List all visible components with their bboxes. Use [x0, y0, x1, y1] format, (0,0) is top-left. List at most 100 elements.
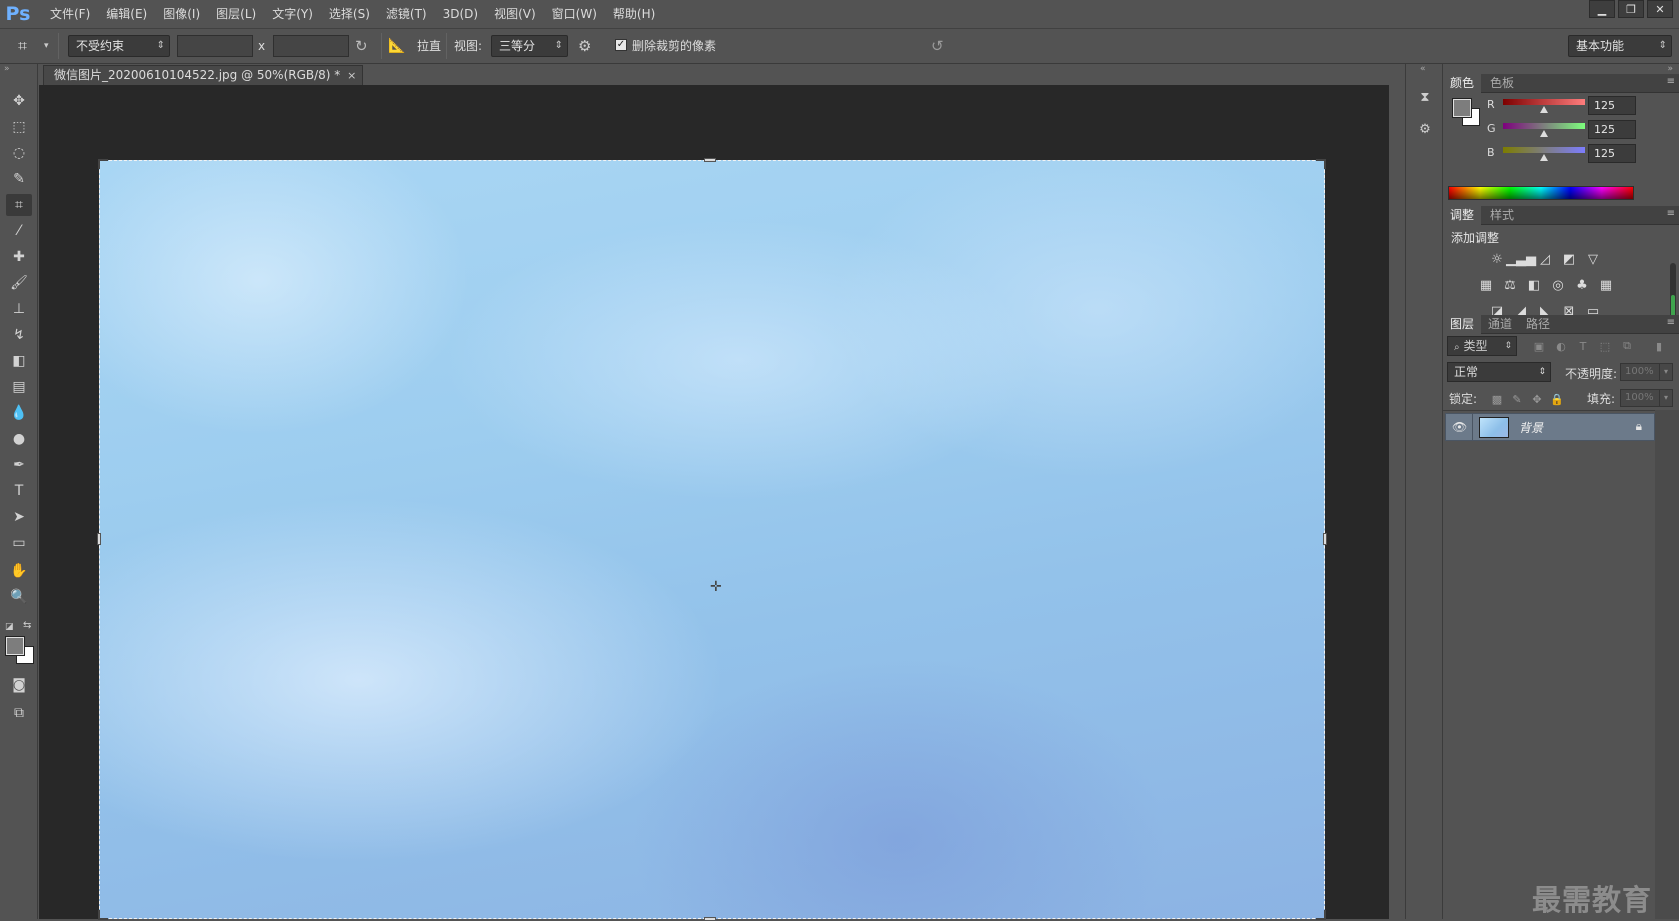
layer-name[interactable]: 背景	[1519, 419, 1543, 436]
adjustment-layer-filter-icon[interactable]: ◐	[1553, 338, 1569, 354]
hue-saturation-icon[interactable]: ▦	[1476, 276, 1496, 294]
straighten-icon[interactable]: 📐	[388, 35, 410, 57]
photo-filter-icon[interactable]: ◎	[1548, 276, 1568, 294]
dodge-tool-icon[interactable]: ●	[6, 428, 32, 450]
channel-r-thumb[interactable]	[1540, 106, 1548, 113]
channel-b-thumb[interactable]	[1540, 154, 1548, 161]
fill-chevron-down-icon[interactable]: ▾	[1659, 389, 1673, 407]
adjustments-scrollbar[interactable]	[1670, 263, 1676, 319]
layer-filter-select[interactable]: ⌕ 类型 ⇕	[1447, 336, 1517, 356]
close-window-button[interactable]: ✕	[1647, 0, 1673, 18]
panels-collapse-icon[interactable]: »	[1667, 64, 1673, 74]
brightness-contrast-icon[interactable]: ☼	[1487, 250, 1507, 268]
crop-tool-icon[interactable]: ⌗	[18, 35, 40, 57]
screen-mode-icon[interactable]: ⧉	[6, 702, 32, 724]
properties-panel-icon[interactable]: ⚙	[1414, 118, 1436, 140]
crop-handle-bottom[interactable]	[704, 917, 716, 921]
zoom-tool-icon[interactable]: 🔍	[6, 586, 32, 608]
tab-paths[interactable]: 路径	[1519, 315, 1557, 334]
tab-layers[interactable]: 图层	[1443, 315, 1482, 334]
toolbox-collapse-icon[interactable]: »	[4, 64, 10, 74]
menu-item-7[interactable]: 3D(D)	[435, 0, 486, 28]
menu-item-2[interactable]: 图像(I)	[155, 0, 208, 28]
hand-tool-icon[interactable]: ✋	[6, 560, 32, 582]
menu-item-9[interactable]: 窗口(W)	[544, 0, 605, 28]
type-layer-filter-icon[interactable]: T	[1575, 338, 1591, 354]
color-spectrum-bar[interactable]	[1448, 186, 1634, 200]
eraser-tool-icon[interactable]: ◧	[6, 350, 32, 372]
filter-toggle-icon[interactable]: ▮	[1651, 338, 1667, 354]
lock-all-icon[interactable]: 🔒	[1550, 392, 1564, 406]
tab-color[interactable]: 颜色	[1443, 74, 1482, 93]
levels-icon[interactable]: ▁▃▅	[1506, 250, 1536, 268]
move-tool-icon[interactable]: ✥	[6, 90, 32, 112]
color-balance-icon[interactable]: ⚖	[1500, 276, 1520, 294]
tool-preset-chevron-down-icon[interactable]: ▾	[44, 35, 54, 57]
history-brush-tool-icon[interactable]: ↯	[6, 324, 32, 346]
color-foreground-swatch[interactable]	[1452, 98, 1472, 118]
layers-scroll-track[interactable]	[1655, 410, 1679, 919]
crop-height-input[interactable]	[273, 35, 349, 57]
tab-channels[interactable]: 通道	[1481, 315, 1519, 334]
fill-input[interactable]: 100%	[1620, 389, 1660, 407]
swap-rotate-icon[interactable]: ↻	[355, 35, 375, 57]
smart-object-filter-icon[interactable]: ⧉	[1619, 338, 1635, 354]
pixel-layer-filter-icon[interactable]: ▣	[1531, 338, 1547, 354]
channel-b-slider[interactable]	[1503, 147, 1585, 153]
gear-icon[interactable]: ⚙	[578, 35, 600, 57]
menu-item-6[interactable]: 滤镜(T)	[378, 0, 435, 28]
minimize-button[interactable]: ▁	[1589, 0, 1615, 18]
swap-colors-icon[interactable]: ⇆	[23, 620, 31, 631]
menu-item-8[interactable]: 视图(V)	[486, 0, 544, 28]
lock-transparent-icon[interactable]: ▩	[1490, 392, 1504, 406]
channel-r-slider[interactable]	[1503, 99, 1585, 105]
layer-row[interactable]: 👁 背景 🔒︎	[1445, 413, 1655, 441]
opacity-chevron-down-icon[interactable]: ▾	[1659, 363, 1673, 381]
channel-mixer-icon[interactable]: ♣	[1572, 276, 1592, 294]
tab-adjustments[interactable]: 调整	[1443, 206, 1482, 225]
document-tab[interactable]: 微信图片_20200610104522.jpg @ 50%(RGB/8) * ×	[43, 65, 364, 85]
path-selection-tool-icon[interactable]: ➤	[6, 506, 32, 528]
adjustments-scrollbar-thumb[interactable]	[1671, 295, 1675, 317]
crop-tool-icon[interactable]: ⌗	[6, 194, 32, 216]
black-white-icon[interactable]: ◧	[1524, 276, 1544, 294]
crop-width-input[interactable]	[177, 35, 253, 57]
close-icon[interactable]: ×	[347, 66, 356, 85]
panel-menu-icon[interactable]: ≡	[1667, 208, 1675, 219]
channel-b-input[interactable]: 125	[1588, 144, 1636, 163]
channel-g-input[interactable]: 125	[1588, 120, 1636, 139]
menu-item-5[interactable]: 选择(S)	[321, 0, 378, 28]
tab-swatches[interactable]: 色板	[1483, 74, 1521, 93]
crop-handle-top[interactable]	[704, 158, 716, 162]
channel-r-input[interactable]: 125	[1588, 96, 1636, 115]
shape-layer-filter-icon[interactable]: ⬚	[1597, 338, 1613, 354]
vibrance-icon[interactable]: ▽	[1583, 250, 1603, 268]
blur-tool-icon[interactable]: 💧	[6, 402, 32, 424]
color-lookup-icon[interactable]: ▦	[1596, 276, 1616, 294]
healing-brush-tool-icon[interactable]: ✚	[6, 246, 32, 268]
lasso-tool-icon[interactable]: ◌	[6, 142, 32, 164]
marquee-tool-icon[interactable]: ⬚	[6, 116, 32, 138]
crop-ratio-select[interactable]: 不受约束	[68, 35, 170, 57]
menu-item-10[interactable]: 帮助(H)	[605, 0, 663, 28]
curves-icon[interactable]: ◿	[1535, 250, 1555, 268]
eye-visibility-icon[interactable]: 👁	[1452, 420, 1467, 434]
menu-item-1[interactable]: 编辑(E)	[98, 0, 155, 28]
canvas-area[interactable]: ✛	[39, 85, 1389, 921]
reset-undo-icon[interactable]: ↺	[931, 35, 953, 57]
panel-menu-icon[interactable]: ≡	[1667, 317, 1675, 328]
channel-g-slider[interactable]	[1503, 123, 1585, 129]
history-panel-icon[interactable]: ⧗	[1414, 86, 1436, 108]
straighten-label[interactable]: 拉直	[417, 35, 441, 57]
quick-mask-icon[interactable]: ◙	[6, 674, 32, 696]
channel-g-thumb[interactable]	[1540, 130, 1548, 137]
overlay-view-select[interactable]: 三等分	[491, 35, 568, 57]
crop-handle-right[interactable]	[1323, 533, 1327, 545]
rectangle-tool-icon[interactable]: ▭	[6, 532, 32, 554]
panel-menu-icon[interactable]: ≡	[1667, 76, 1675, 87]
crop-handle-top-right[interactable]	[1316, 159, 1326, 169]
clone-stamp-tool-icon[interactable]: ⊥	[6, 298, 32, 320]
menu-item-0[interactable]: 文件(F)	[42, 0, 98, 28]
restore-button[interactable]: ❐	[1618, 0, 1644, 18]
menu-item-4[interactable]: 文字(Y)	[264, 0, 321, 28]
